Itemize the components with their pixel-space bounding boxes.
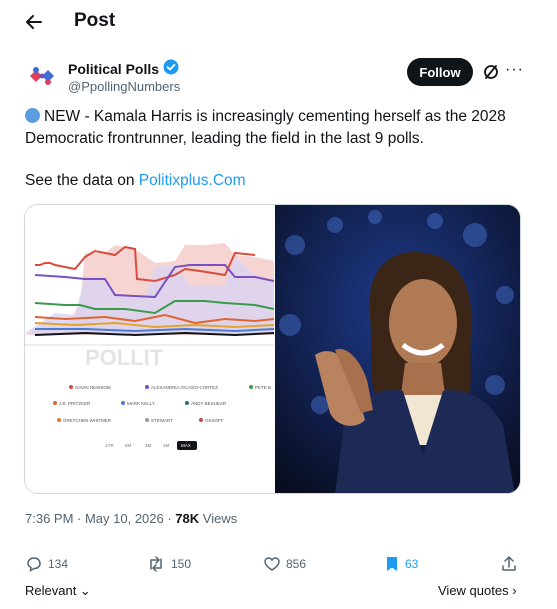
views-label: Views [199,511,238,526]
heart-icon [264,557,280,571]
politixplus-link[interactable]: Politixplus.Com [139,172,246,189]
bookmark-button[interactable]: 63 [384,555,418,573]
verified-badge-icon [163,59,179,78]
bookmark-filled-icon [387,557,397,571]
reply-button[interactable]: 134 [25,555,68,573]
chart-watermark: POLLIT [85,345,164,370]
avatar[interactable] [24,58,60,94]
legend-item: PETE B [255,385,271,390]
chart-legend: GAVIN NEWSOM ALEXANDRIA OCASIO-CORTEZ PE… [53,385,271,423]
like-button[interactable]: 856 [263,555,306,573]
svg-text:MAX: MAX [181,443,191,448]
svg-text:1M: 1M [163,443,170,448]
post-timestamp: 7:36 PM · May 10, 2026 · 78K Views [25,511,237,526]
legend-item: ANDY BESHEAR [191,401,227,406]
legend-item: MARK KELLY [127,401,155,406]
legend-item: GRETCHEN WHITMER [63,418,112,423]
post-text-content: NEW - Kamala Harris is increasingly ceme… [25,108,506,147]
legend-item: ALEXANDRIA OCASIO-CORTEZ [151,385,218,390]
action-bar: 134 150 856 63 [0,553,557,577]
range-buttons: 1YR 6M 3M 1M MAX [105,441,197,450]
view-quotes-link[interactable]: View quotes › [438,583,517,598]
post-media[interactable]: POLLIT GAVIN NEWSOM ALEXANDRIA OCASIO-CO… [24,204,521,494]
chevron-down-icon: ⌄ [76,583,91,598]
page-title: Post [74,10,116,31]
author-name[interactable]: Political Polls [68,59,179,78]
legend-item: GAVIN NEWSOM [75,385,111,390]
chevron-right-icon: › [508,583,517,598]
view-count: 78K [175,511,200,526]
post-header: Post [0,0,557,44]
reply-icon [27,557,41,572]
repost-button[interactable]: 150 [146,555,191,573]
back-arrow-icon[interactable] [22,10,46,34]
view-quotes-label[interactable]: View quotes [438,583,509,598]
share-icon [502,556,516,571]
svg-text:6M: 6M [125,443,132,448]
post-time[interactable]: 7:36 PM · May 10, 2026 · [25,511,175,526]
like-count: 856 [286,557,307,571]
svg-text:1YR: 1YR [105,443,115,448]
legend-item: STEWART [151,418,173,423]
svg-text:3M: 3M [145,443,152,448]
reply-sort-dropdown[interactable]: Relevant ⌄ [25,583,91,599]
harris-photo[interactable] [275,205,520,493]
author-name-text[interactable]: Political Polls [68,61,159,77]
author-handle[interactable]: @PpollingNumbers [68,79,180,94]
repost-count: 150 [171,557,192,571]
more-options-icon[interactable]: ··· [505,61,524,79]
repost-icon [150,556,162,572]
legend-item: J.B. PRITZKER [59,401,91,406]
share-button[interactable] [500,555,518,573]
legend-item: OSSOFF [205,418,224,423]
see-data-line: See the data on Politixplus.Com [25,172,246,190]
follow-button[interactable]: Follow [407,58,473,86]
poll-chart-image[interactable]: POLLIT GAVIN NEWSOM ALEXANDRIA OCASIO-CO… [25,205,275,493]
post-text: NEW - Kamala Harris is increasingly ceme… [25,106,525,150]
grok-icon[interactable] [482,63,500,81]
bookmark-count: 63 [405,557,419,571]
relevant-label[interactable]: Relevant [25,583,76,598]
reply-count: 134 [48,557,69,571]
see-data-prefix: See the data on [25,172,139,189]
blue-circle-emoji-icon [25,108,40,123]
